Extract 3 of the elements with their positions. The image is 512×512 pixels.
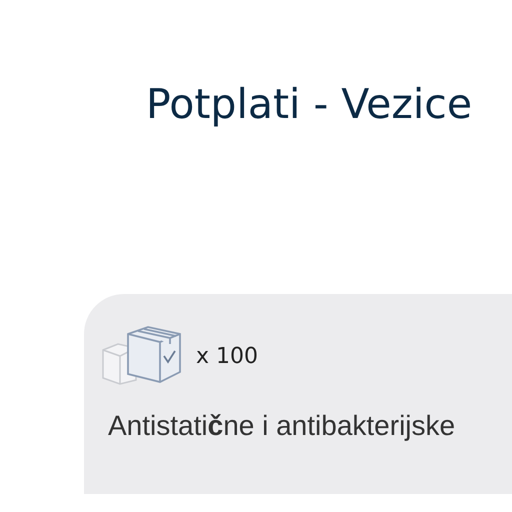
page-title: Potplati - Vezice [145, 79, 474, 130]
quantity-label: x 100 [196, 344, 258, 368]
product-description: Antistatične i antibakterijske [108, 410, 456, 442]
